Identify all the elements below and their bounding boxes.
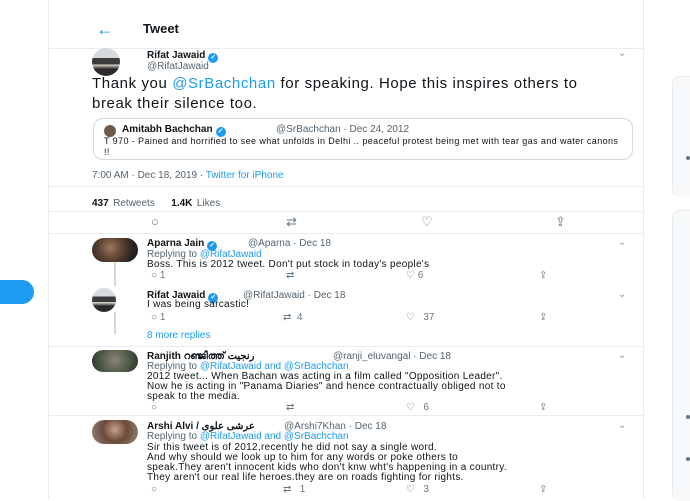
replying-to-prefix: Replying to [147, 431, 200, 442]
share-icon[interactable]: ⇪ [539, 402, 547, 413]
replying-to-link[interactable]: @RifatJawaid and @SrBachchan [200, 431, 349, 442]
reply-icon[interactable]: ○ [151, 484, 157, 495]
like-count: 37 [423, 312, 435, 323]
divider [49, 415, 643, 416]
thread-line [114, 262, 116, 286]
reply-icon[interactable]: ○ [151, 402, 157, 413]
like-icon-glyph: ♡ [406, 270, 415, 281]
like-icon-glyph: ♡ [406, 312, 415, 323]
retweet-count: 4 [296, 312, 303, 323]
chevron-down-icon[interactable]: ⌄ [618, 48, 626, 59]
like-icon-glyph: ♡ [406, 484, 415, 495]
main-column: ← Tweet Rifat Jawaid ✓ @RifatJawaid ⌄ Tha… [48, 0, 644, 500]
avatar[interactable] [92, 48, 120, 76]
right-panel-box [672, 76, 690, 197]
reply-icon-glyph: ○ [151, 270, 158, 281]
chevron-down-icon[interactable]: ⌄ [618, 289, 626, 300]
quoted-author-name-text: Amitabh Bachchan [122, 124, 213, 135]
chevron-down-icon[interactable]: ⌄ [618, 420, 626, 431]
back-arrow-icon[interactable]: ← [96, 20, 114, 38]
retweet-icon-glyph: ⇄ [283, 484, 292, 495]
chevron-down-icon[interactable]: ⌄ [618, 237, 626, 248]
like-count[interactable]: 1.4K [171, 198, 192, 209]
right-panel-dot [686, 156, 690, 160]
retweet-count: 1 [299, 484, 306, 495]
tweet-timestamp: 7:00 AM · Dec 18, 2019 · Twitter for iPh… [92, 170, 284, 181]
reply-text: speak to the media. [147, 391, 240, 402]
reply-icon[interactable]: ○ 1 [151, 270, 165, 281]
like-icon-glyph: ♡ [406, 402, 415, 413]
tweet-actions: ○ ⇄ ♡ ⇪ [49, 211, 643, 234]
reply-handle-date: @Aparna · Dec 18 [248, 238, 331, 249]
retweet-icon[interactable]: ⇄ [286, 214, 297, 230]
share-icon[interactable]: ⇪ [539, 312, 547, 323]
like-icon[interactable]: ♡ 37 [406, 312, 434, 323]
author-name-text: Rifat Jawaid [147, 50, 206, 61]
tweet-stats: 437 Retweets 1.4K Likes [49, 186, 643, 212]
like-count: 6 [417, 270, 424, 281]
reply-text: Boss. This is 2012 tweet. Don't put stoc… [147, 259, 430, 270]
like-icon[interactable]: ♡ 6 [406, 402, 429, 413]
retweet-icon-glyph: ⇄ [283, 312, 292, 323]
like-icon[interactable]: ♡ 6 [406, 270, 423, 281]
reply-count: 1 [159, 270, 166, 281]
retweet-icon[interactable]: ⇄ [286, 270, 294, 281]
avatar[interactable] [92, 288, 116, 312]
retweet-icon[interactable]: ⇄ 4 [283, 312, 303, 323]
tweet-text: Thank you @SrBachchan for speaking. Hope… [92, 74, 612, 114]
tweet-button-edge[interactable] [0, 280, 34, 304]
reply-text: They aren't our real life heroes.they ar… [147, 472, 464, 483]
right-panel-dot [686, 457, 690, 461]
avatar[interactable] [92, 238, 138, 262]
reply-icon-glyph: ○ [151, 312, 158, 323]
reply-handle-date: @RifatJawaid · Dec 18 [243, 290, 346, 301]
like-icon[interactable]: ♡ [421, 214, 433, 230]
reply-count: 1 [159, 312, 166, 323]
author-handle[interactable]: @RifatJawaid [147, 61, 209, 72]
verified-icon: ✓ [208, 53, 219, 63]
retweet-icon[interactable]: ⇄ 1 [283, 484, 305, 495]
retweet-count[interactable]: 437 [92, 198, 109, 209]
quoted-tweet[interactable]: Amitabh Bachchan ✓ @SrBachchan · Dec 24, … [93, 118, 633, 160]
retweet-icon[interactable]: ⇄ [286, 402, 294, 413]
more-replies-link[interactable]: 8 more replies [147, 330, 210, 341]
share-icon[interactable]: ⇪ [539, 484, 547, 495]
avatar[interactable] [92, 420, 138, 444]
left-rail [0, 0, 48, 500]
replying-to: Replying to @RifatJawaid and @SrBachchan [147, 431, 349, 442]
reply-icon[interactable]: ○ [151, 214, 159, 229]
page-title: Tweet [143, 21, 179, 36]
like-icon[interactable]: ♡ 3 [406, 484, 429, 495]
right-panel-dot [686, 415, 690, 419]
retweet-label[interactable]: Retweets [113, 198, 155, 209]
quoted-handle-date: @SrBachchan · Dec 24, 2012 [276, 124, 410, 135]
chevron-down-icon[interactable]: ⌄ [618, 350, 626, 361]
like-count: 3 [423, 484, 429, 495]
mention-link[interactable]: @SrBachchan [172, 75, 276, 92]
divider [49, 346, 643, 347]
like-count: 6 [423, 402, 429, 413]
thread-line [114, 312, 116, 334]
avatar[interactable] [92, 350, 138, 372]
like-label[interactable]: Likes [197, 198, 220, 209]
page-header: ← Tweet [49, 14, 643, 49]
share-icon[interactable]: ⇪ [539, 270, 547, 281]
reply-author-name-text: Aparna Jain [147, 238, 205, 249]
share-icon[interactable]: ⇪ [555, 214, 566, 230]
reply-handle-date: @ranji_eluvangal · Dec 18 [333, 351, 451, 362]
reply-text: I was being sarcastic! [147, 299, 250, 310]
tweet-text-prefix: Thank you [92, 75, 173, 92]
tweet-time: 7:00 AM · Dec 18, 2019 · [92, 170, 206, 181]
reply-icon[interactable]: ○ 1 [151, 312, 165, 323]
tweet-source-link[interactable]: Twitter for iPhone [206, 170, 284, 181]
quoted-text: T 970 - Pained and horrified to see what… [104, 136, 619, 157]
